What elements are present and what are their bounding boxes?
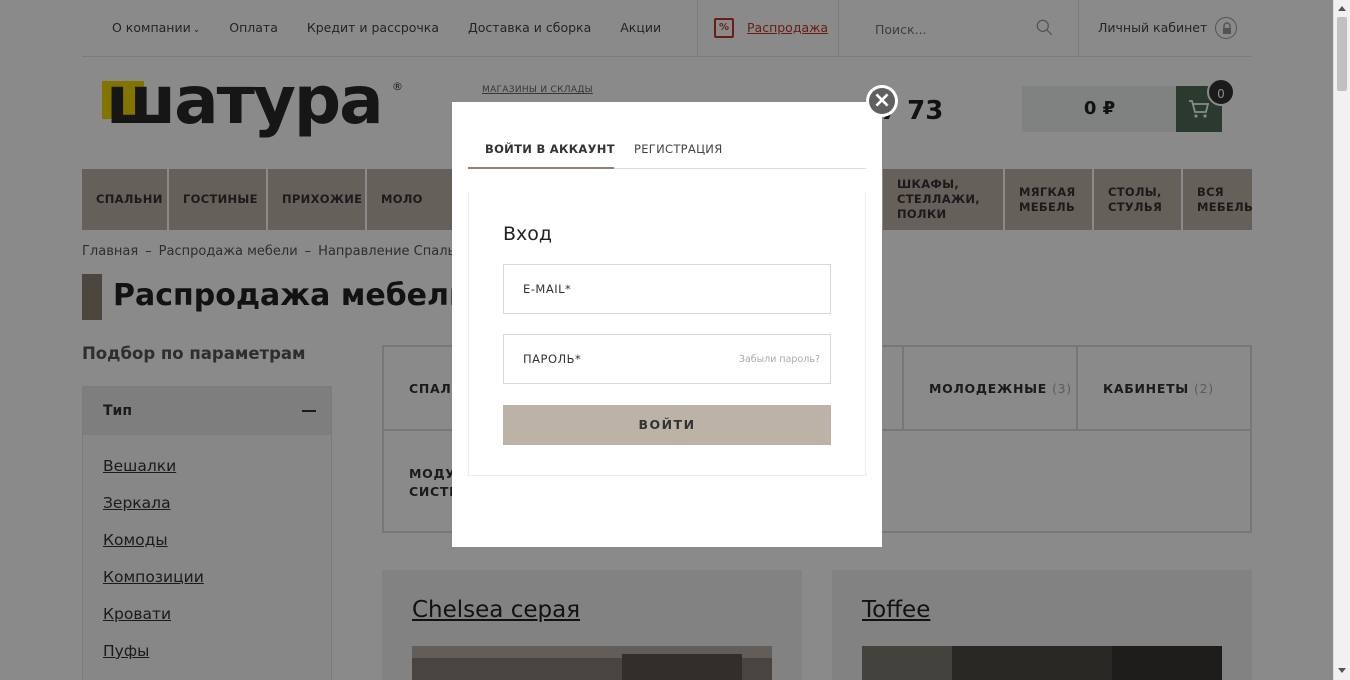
password-field[interactable]: ПАРОЛЬ* Забыли пароль? (503, 334, 831, 384)
login-modal: ВОЙТИ В АККАУНТ РЕГИСТРАЦИЯ Вход E-MAIL*… (452, 102, 882, 547)
scroll-down-arrow-icon[interactable] (1338, 668, 1346, 673)
close-modal-button[interactable]: × (866, 85, 898, 117)
scroll-thumb[interactable] (1337, 17, 1347, 91)
tab-register[interactable]: РЕГИСТРАЦИЯ (634, 142, 723, 169)
login-form-title: Вход (503, 223, 553, 245)
login-submit-button[interactable]: ВОЙТИ (503, 405, 831, 445)
modal-tabs: ВОЙТИ В АККАУНТ РЕГИСТРАЦИЯ (468, 142, 866, 169)
email-field[interactable]: E-MAIL* (503, 264, 831, 314)
scrollbar[interactable] (1333, 0, 1350, 680)
email-input[interactable] (504, 265, 830, 313)
tab-login[interactable]: ВОЙТИ В АККАУНТ (468, 142, 615, 169)
close-icon: × (869, 88, 895, 114)
forgot-password-link[interactable]: Забыли пароль? (739, 354, 820, 365)
scroll-up-arrow-icon[interactable] (1338, 6, 1346, 11)
